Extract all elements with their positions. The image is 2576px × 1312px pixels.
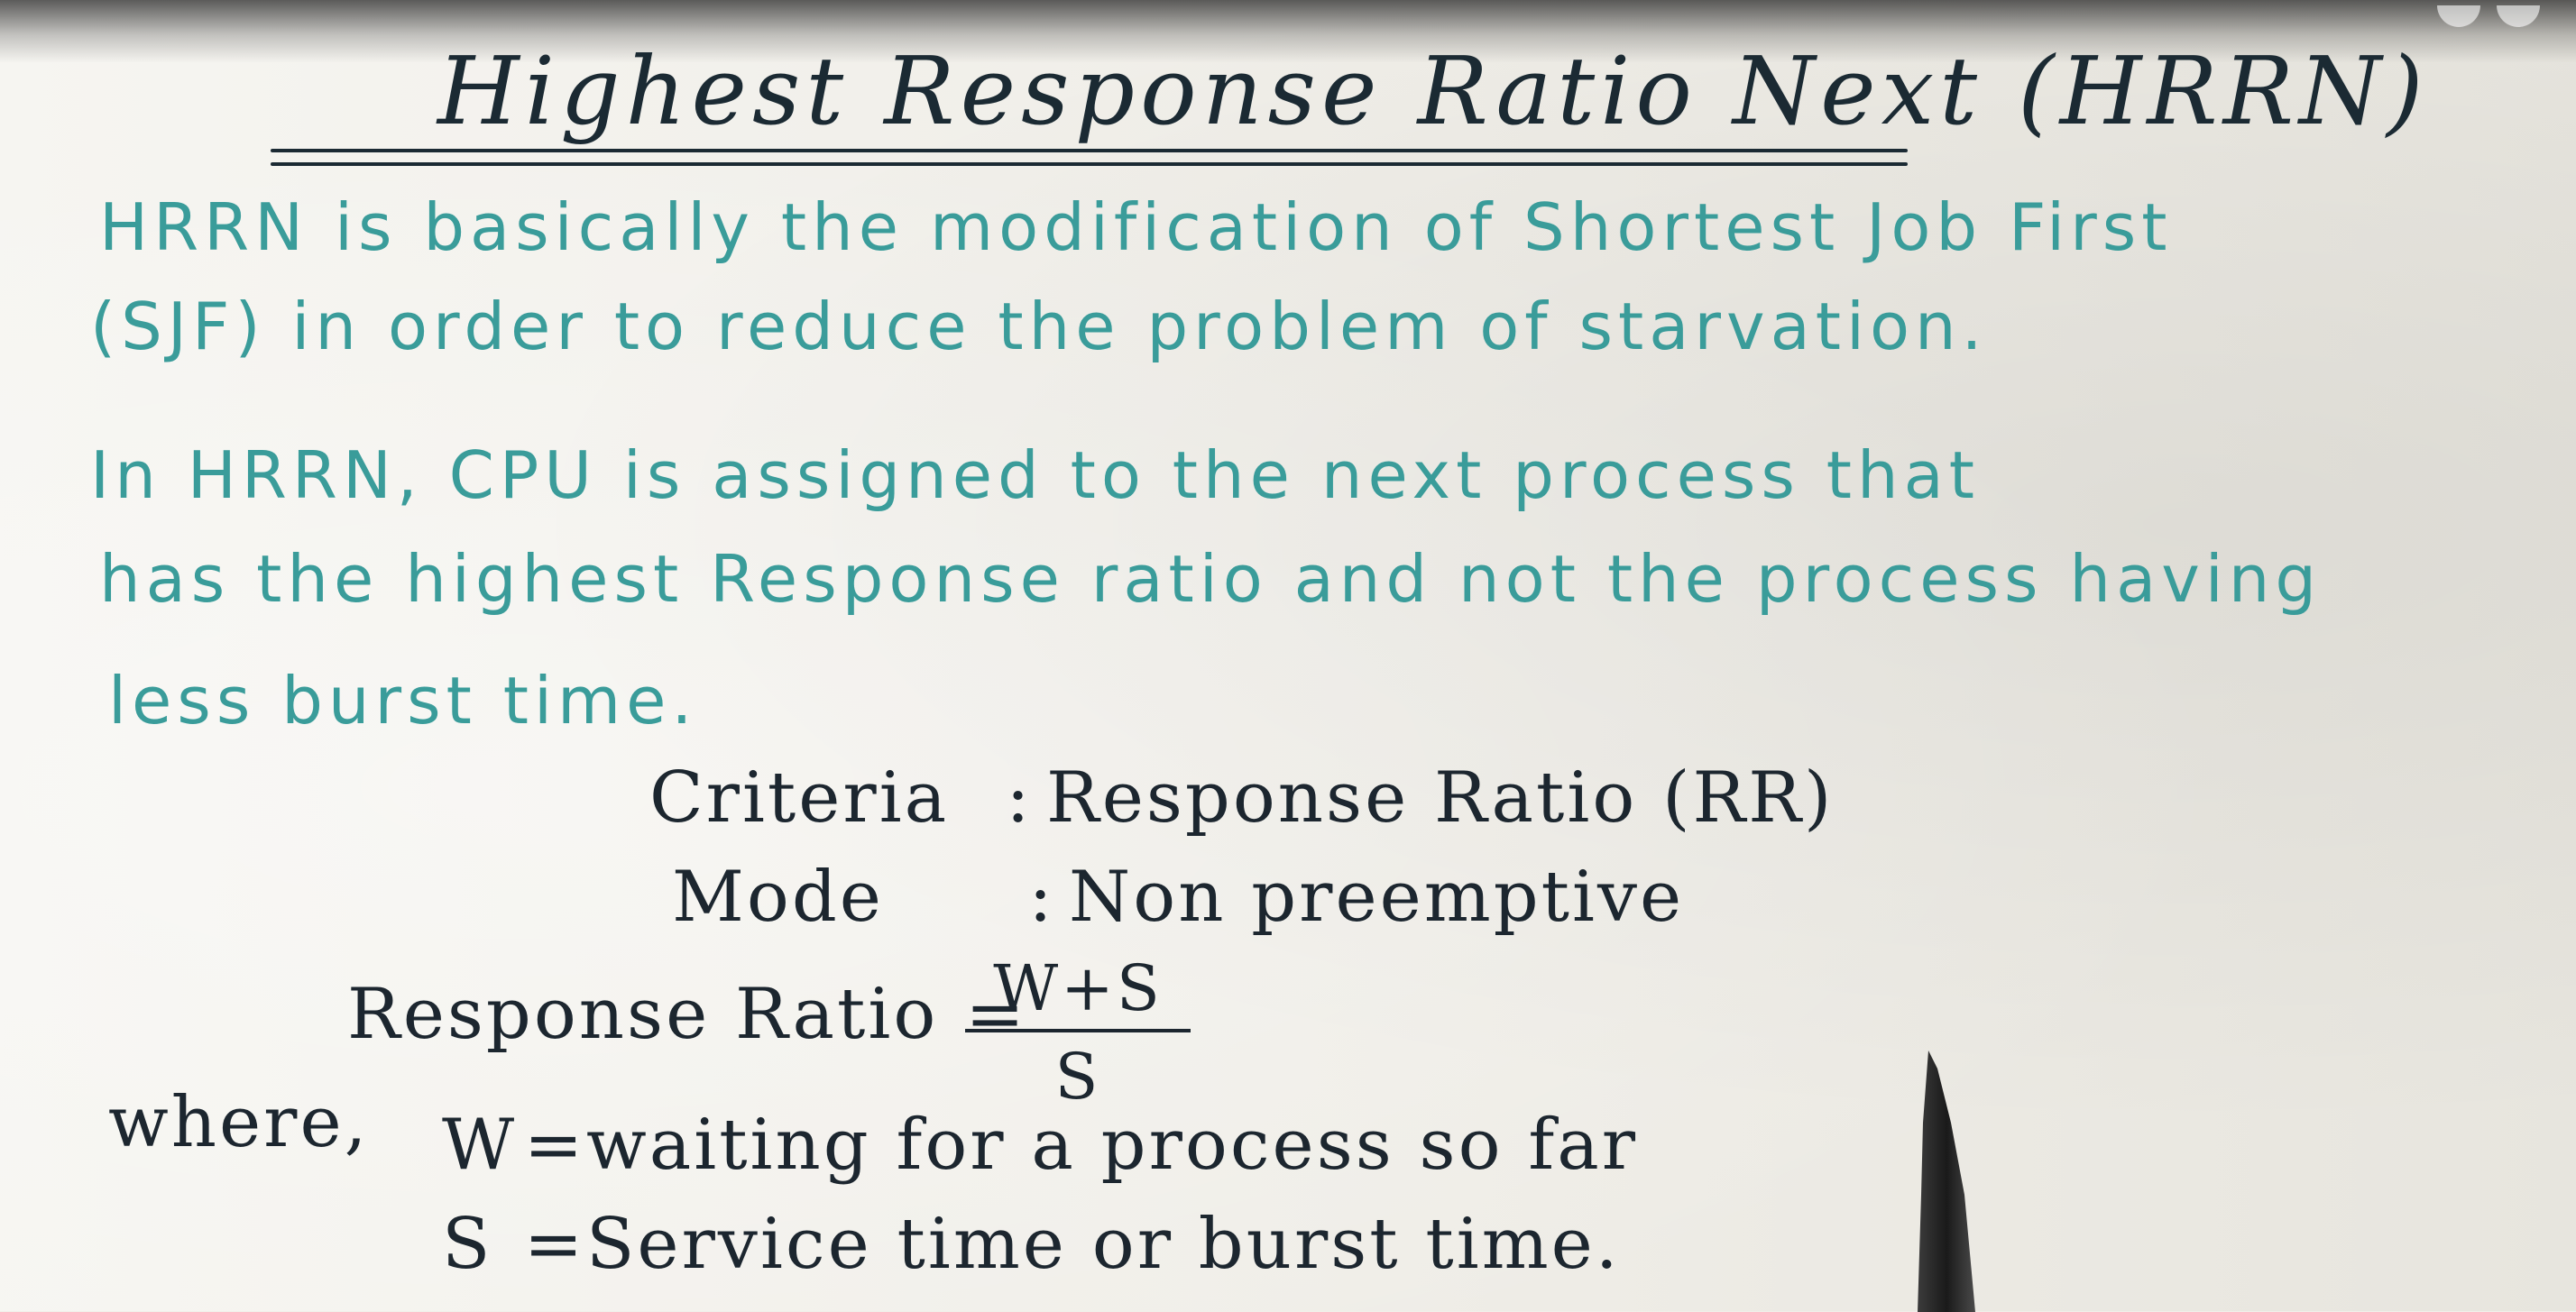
mode-separator: : [1028,857,1055,938]
formula-numerator: W+S [993,951,1163,1025]
fraction-bar [965,1029,1191,1032]
overlay-icons [2437,5,2540,27]
paragraph-2-line-1: In HRRN, CPU is assigned to the next pro… [90,437,1981,513]
paragraph-2-line-3: less burst time. [108,663,698,739]
criteria-label: Criteria [649,757,950,839]
paragraph-2-line-2: has the highest Response ratio and not t… [99,541,2323,617]
paragraph-1-line-1: HRRN is basically the modification of Sh… [99,189,2173,265]
pen-tip-icon [1918,1051,1975,1312]
title-block: Highest Response Ratio Next (HRRN) [271,27,2424,166]
title-underline-1 [271,149,1908,152]
mode-label: Mode [672,857,884,938]
formula-denominator: S [1054,1040,1101,1114]
s-symbol: S [442,1204,493,1285]
mode-row: Mode: Non preemptive [672,857,1684,938]
w-definition-row: W=waiting for a process so far [442,1105,1638,1186]
criteria-row: Criteria: Response Ratio (RR) [649,757,1834,839]
where-label: where, [108,1082,370,1163]
criteria-separator: : [1006,757,1033,839]
page-title: Highest Response Ratio Next (HRRN) [437,36,2429,146]
overlay-icon-right[interactable] [2497,5,2540,27]
s-definition-row: S =Service time or burst time. [442,1204,1621,1285]
mode-value: Non preemptive [1069,857,1685,938]
formula-fraction: W+S S [965,951,1191,1114]
criteria-value: Response Ratio (RR) [1046,757,1835,839]
s-definition: Service time or burst time. [586,1204,1621,1285]
formula-left: Response Ratio [347,974,939,1055]
w-symbol: W [442,1105,518,1186]
w-equals: = [523,1105,586,1186]
title-underline-2 [271,162,1908,166]
formula-row: Response Ratio = [347,974,1049,1055]
overlay-icon-left[interactable] [2437,5,2480,27]
w-definition: waiting for a process so far [586,1105,1638,1186]
s-equals: = [523,1204,586,1285]
paragraph-1-line-2: (SJF) in order to reduce the problem of … [90,289,1988,364]
whiteboard-page: Highest Response Ratio Next (HRRN) HRRN … [0,0,2576,1312]
